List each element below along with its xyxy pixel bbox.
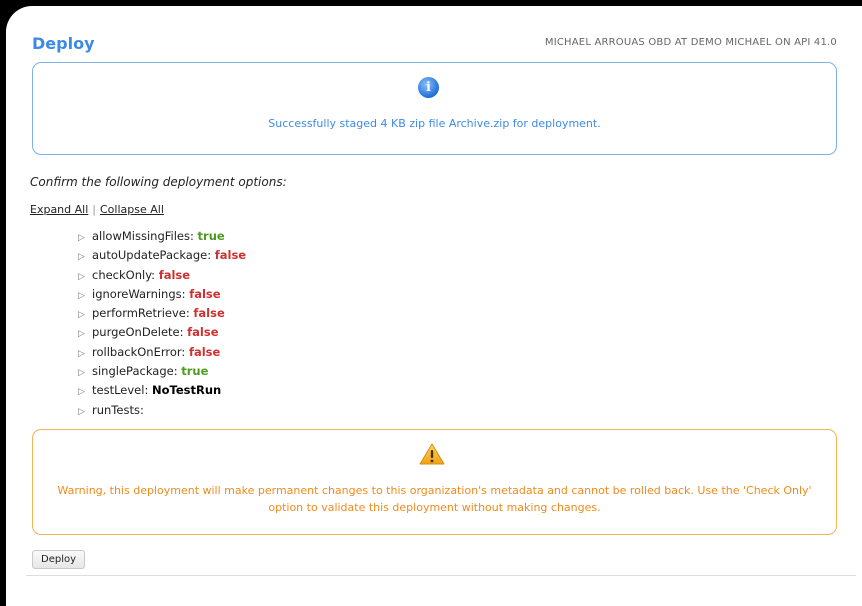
link-separator: |	[92, 203, 96, 216]
expand-arrow-icon[interactable]: ▷	[78, 233, 92, 243]
option-name: checkOnly:	[92, 267, 156, 282]
option-item[interactable]: ▷ autoUpdatePackage: false	[78, 248, 246, 267]
option-value: false	[189, 286, 221, 301]
deployment-options-list: ▷ allowMissingFiles: true ▷ autoUpdatePack…	[78, 229, 246, 422]
option-name: rollbackOnError:	[92, 344, 186, 359]
option-item[interactable]: ▷ checkOnly: false	[78, 268, 246, 287]
page-title: Deploy	[32, 34, 95, 53]
expand-arrow-icon[interactable]: ▷	[78, 387, 92, 397]
option-item[interactable]: ▷ purgeOnDelete: false	[78, 325, 246, 344]
deploy-button[interactable]: Deploy	[32, 550, 86, 569]
warning-icon	[419, 443, 445, 465]
option-value: false	[193, 306, 225, 321]
option-value: true	[197, 229, 225, 243]
option-item[interactable]: ▷ rollbackOnError: false	[78, 345, 246, 364]
collapse-all-link[interactable]: Collapse All	[100, 203, 164, 216]
expand-arrow-icon[interactable]: ▷	[78, 291, 92, 301]
expand-all-link[interactable]: Expand All	[30, 203, 88, 216]
warning-message: Warning, this deployment will make perma…	[57, 484, 812, 514]
info-message: Successfully staged 4 KB zip file Archiv…	[268, 117, 601, 130]
option-name: ignoreWarnings:	[92, 286, 186, 301]
org-context-label: MICHAEL ARROUAS OBD AT DEMO MICHAEL ON A…	[544, 37, 837, 48]
expand-collapse-links: Expand All | Collapse All	[30, 203, 164, 216]
page-header: Deploy MICHAEL ARROUAS OBD AT DEMO MICHA…	[32, 30, 837, 56]
expand-arrow-icon[interactable]: ▷	[78, 349, 92, 359]
option-name: purgeOnDelete:	[92, 325, 184, 340]
info-icon: i	[418, 77, 439, 98]
option-name: allowMissingFiles:	[92, 229, 194, 243]
option-value: NoTestRun	[151, 383, 222, 398]
option-name: performRetrieve:	[92, 306, 190, 321]
option-value: false	[187, 325, 219, 340]
option-item[interactable]: ▷ runTests:	[78, 403, 246, 422]
option-value: false	[188, 344, 221, 359]
option-name: runTests:	[92, 402, 144, 417]
option-item[interactable]: ▷ performRetrieve: false	[78, 306, 246, 325]
expand-arrow-icon[interactable]: ▷	[78, 329, 92, 339]
option-value: false	[214, 248, 247, 263]
option-name: autoUpdatePackage:	[92, 248, 212, 263]
option-item[interactable]: ▷ allowMissingFiles: true	[78, 229, 246, 248]
option-value: false	[158, 267, 191, 282]
option-item[interactable]: ▷ testLevel: NoTestRun	[78, 383, 246, 402]
expand-arrow-icon[interactable]: ▷	[78, 368, 92, 378]
option-value: true	[181, 364, 209, 379]
divider	[26, 575, 856, 576]
option-item[interactable]: ▷ singlePackage: true	[78, 364, 246, 383]
option-name: singlePackage:	[92, 364, 178, 379]
expand-arrow-icon[interactable]: ▷	[78, 272, 92, 282]
expand-arrow-icon[interactable]: ▷	[78, 310, 92, 320]
expand-arrow-icon[interactable]: ▷	[78, 407, 92, 417]
warning-message-box: Warning, this deployment will make perma…	[32, 429, 837, 535]
option-item[interactable]: ▷ ignoreWarnings: false	[78, 287, 246, 306]
option-name: testLevel:	[92, 383, 149, 398]
info-message-box: i Successfully staged 4 KB zip file Arch…	[32, 62, 837, 155]
expand-arrow-icon[interactable]: ▷	[78, 252, 92, 262]
confirm-heading: Confirm the following deployment options…	[30, 175, 287, 189]
